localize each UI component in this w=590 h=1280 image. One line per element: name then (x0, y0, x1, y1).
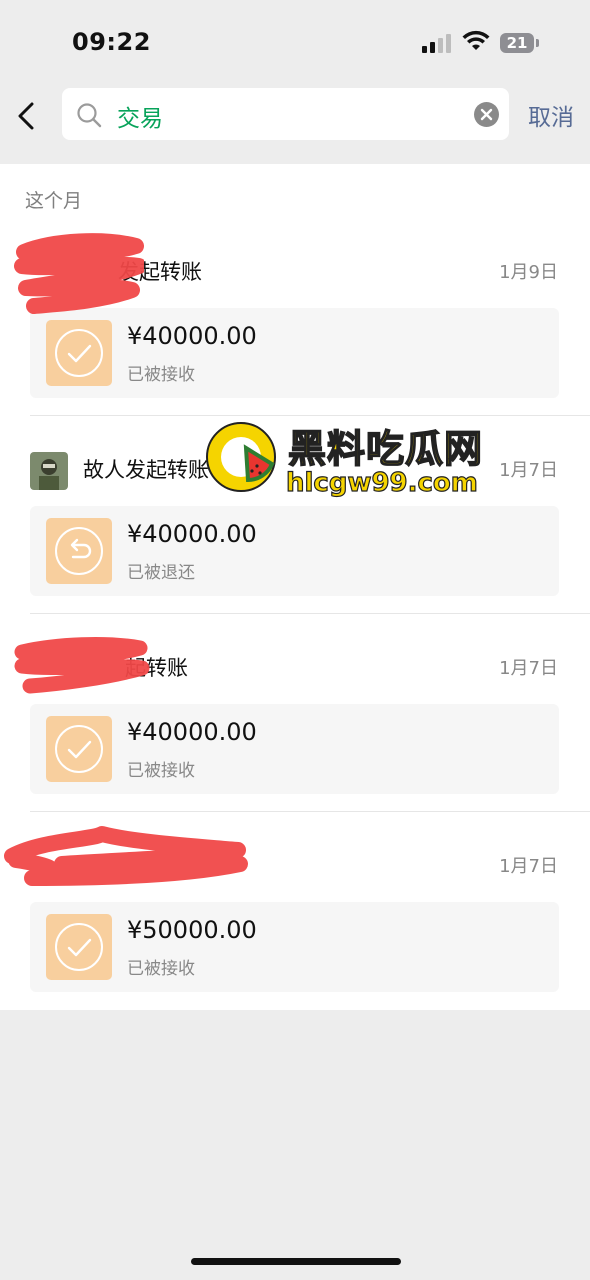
transaction-item[interactable]: 1月7日 ¥50000.00 已被接收 (0, 812, 590, 1010)
transfer-status: 已被接收 (127, 959, 195, 979)
transfer-amount: ¥40000.00 (127, 520, 257, 548)
check-icon (46, 320, 112, 386)
clear-search-icon[interactable] (474, 102, 499, 127)
transaction-date: 1月7日 (499, 856, 558, 877)
check-icon (46, 914, 112, 980)
status-time: 09:22 (72, 28, 151, 56)
search-icon (77, 103, 102, 128)
watermelon-logo-icon (206, 422, 276, 492)
redaction-scribble (14, 637, 150, 694)
sender-name: 故人发起转账 (83, 458, 209, 482)
transfer-amount: ¥40000.00 (127, 718, 257, 746)
search-header: 交易 取消 (0, 84, 590, 164)
cellular-signal-icon (422, 33, 454, 53)
transfer-card[interactable]: ¥40000.00 已被退还 (30, 506, 559, 596)
transfer-status: 已被退还 (127, 563, 195, 583)
watermark-url: hlcgw99.com (285, 467, 478, 498)
transfer-card[interactable]: ¥40000.00 已被接收 (30, 704, 559, 794)
battery-tip (536, 39, 539, 47)
transaction-date: 1月7日 (499, 658, 558, 679)
wifi-icon (462, 30, 490, 50)
return-icon (46, 518, 112, 584)
status-bar: 09:22 21 (0, 0, 590, 84)
search-results: 这个月 发起转账 1月9日 ¥40000.00 已被接收 故人发起转账 1月7日… (0, 164, 590, 1010)
transfer-amount: ¥40000.00 (127, 322, 257, 350)
home-indicator[interactable] (191, 1258, 401, 1265)
battery-indicator: 21 (500, 33, 534, 53)
avatar[interactable] (30, 452, 68, 490)
watermark-name: 黑料吃瓜网 (287, 426, 484, 472)
check-icon (46, 716, 112, 782)
cancel-button[interactable]: 取消 (528, 98, 574, 132)
redaction-scribble (4, 826, 248, 886)
search-query: 交易 (117, 106, 163, 132)
watermark-logo: 黑料吃瓜网 hlcgw99.com (200, 418, 500, 504)
transfer-card[interactable]: ¥50000.00 已被接收 (30, 902, 559, 992)
transfer-status: 已被接收 (127, 365, 195, 385)
section-header: 这个月 (25, 190, 83, 212)
back-arrow-icon[interactable] (12, 98, 40, 134)
transaction-date: 1月7日 (499, 460, 558, 481)
redaction-scribble (14, 233, 144, 314)
transfer-card[interactable]: ¥40000.00 已被接收 (30, 308, 559, 398)
transaction-item[interactable]: 起转账 1月7日 ¥40000.00 已被接收 (0, 614, 590, 812)
transfer-status: 已被接收 (127, 761, 195, 781)
transaction-item[interactable]: 发起转账 1月9日 ¥40000.00 已被接收 (0, 218, 590, 416)
search-input[interactable]: 交易 (62, 88, 509, 140)
transaction-date: 1月9日 (499, 262, 558, 283)
transfer-amount: ¥50000.00 (127, 916, 257, 944)
